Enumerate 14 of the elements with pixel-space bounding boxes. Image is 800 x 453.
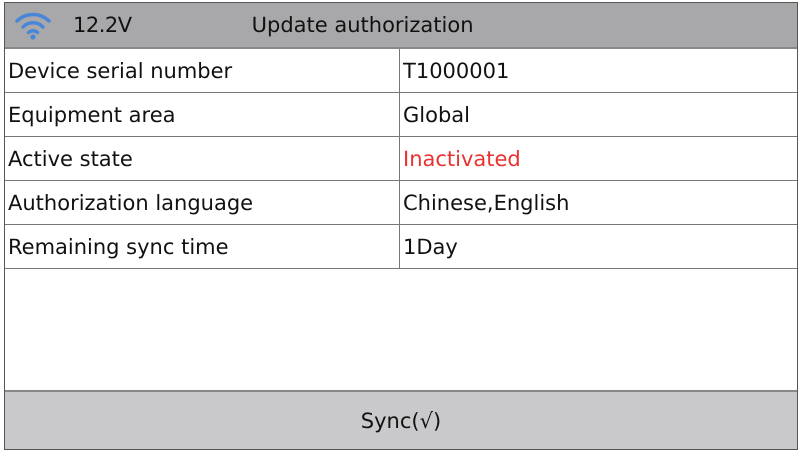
- table-cell-text: Chinese,English: [402, 190, 570, 216]
- table-cell-text: Inactivated: [402, 146, 522, 172]
- wifi-icon: [15, 10, 51, 40]
- table-cell: Device serial number: [5, 49, 400, 92]
- table-cell: Remaining sync time: [5, 225, 400, 268]
- screen-title: Update authorization: [252, 13, 474, 37]
- table-cell: Equipment area: [5, 93, 400, 136]
- sync-button[interactable]: Sync(√): [5, 392, 797, 449]
- table-cell-text: Global: [402, 102, 471, 128]
- voltage-reading: 12.2V: [73, 13, 132, 37]
- table-cell-text: T1000001: [402, 58, 510, 84]
- table-cell: Active state: [5, 137, 400, 180]
- table-cell: Authorization language: [5, 181, 400, 224]
- table-cell-text: 1Day: [402, 234, 459, 260]
